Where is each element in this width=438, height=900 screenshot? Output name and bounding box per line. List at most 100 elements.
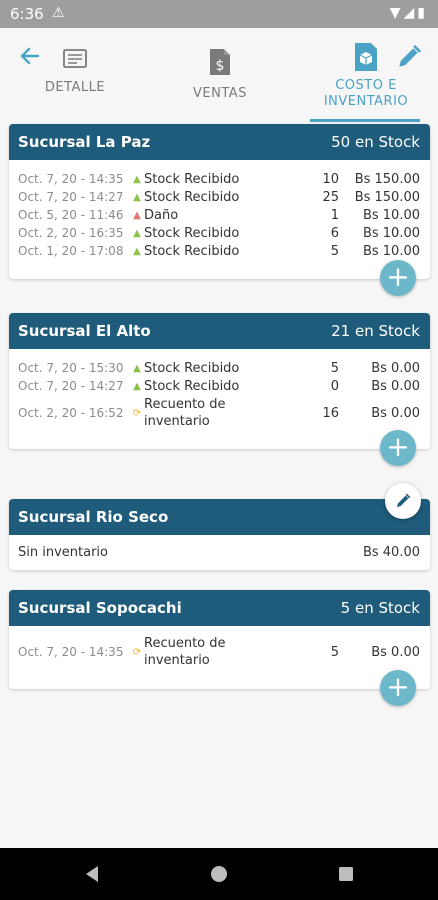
branch-name: Sucursal La Paz [18, 133, 151, 151]
damage-icon: ▲ [133, 209, 141, 221]
branch-header: Sucursal La Paz 50 en Stock [9, 124, 430, 160]
movement-amount: Bs 150.00 [354, 171, 420, 187]
movement-row: Oct. 5, 20 - 11:46 ▲ Daño 1 Bs 10.00 [18, 206, 420, 224]
wifi-icon: ▼ [389, 5, 404, 21]
movement-type: Stock Recibido [144, 225, 240, 241]
movement-qty: 10 [322, 171, 339, 187]
empty-amount: Bs 40.00 [362, 544, 420, 560]
movement-date: Oct. 1, 20 - 17:08 [18, 244, 124, 258]
movement-date: Oct. 7, 20 - 14:27 [18, 379, 124, 393]
home-circle-icon[interactable] [209, 864, 229, 884]
movement-amount: Bs 0.00 [371, 405, 420, 421]
movement-date: Oct. 7, 20 - 14:35 [18, 645, 124, 659]
stock-received-icon: ▲ [133, 362, 141, 374]
stock-received-icon: ▲ [133, 227, 141, 239]
invoice-dollar-icon: $ [210, 49, 230, 75]
branch-stock: 5 en Stock [340, 599, 420, 617]
movement-type: Recuento de inventario [144, 397, 226, 429]
movement-amount: Bs 150.00 [354, 189, 420, 205]
branch-card: Sucursal La Paz 50 en Stock Oct. 7, 20 -… [9, 124, 430, 279]
movement-type: Recuento de inventario [144, 636, 226, 668]
movement-date: Oct. 7, 20 - 14:27 [18, 190, 124, 204]
add-movement-button[interactable]: + [380, 260, 416, 296]
inventory-box-icon [355, 43, 377, 71]
branch-stock: 50 en Stock [331, 133, 420, 151]
recents-square-icon[interactable] [336, 864, 356, 884]
back-triangle-icon[interactable] [82, 864, 102, 884]
movement-qty: 25 [322, 189, 339, 205]
tab-label: DETALLE [44, 80, 106, 95]
add-movement-button[interactable]: + [380, 670, 416, 706]
edit-branch-button[interactable] [385, 483, 421, 519]
battery-icon: ▮ [417, 5, 428, 21]
movement-date: Oct. 5, 20 - 11:46 [18, 208, 124, 222]
inventory-count-icon: ⟳ [132, 407, 142, 419]
movement-qty: 5 [330, 644, 339, 660]
movement-qty: 1 [330, 207, 339, 223]
branch-stock: 21 en Stock [331, 322, 420, 340]
add-movement-button[interactable]: + [380, 430, 416, 466]
movement-amount: Bs 10.00 [362, 207, 420, 223]
empty-inventory-row: Sin inventario Bs 40.00 [18, 543, 420, 561]
svg-text:$: $ [216, 58, 225, 74]
movement-qty: 0 [330, 378, 339, 394]
pencil-icon [397, 493, 411, 507]
movement-row: Oct. 2, 20 - 16:35 ▲ Stock Recibido 6 Bs… [18, 224, 420, 242]
movement-type: Daño [144, 207, 179, 223]
branch-name: Sucursal El Alto [18, 322, 151, 340]
tab-label: COSTO E INVENTARIO [323, 78, 409, 109]
branch-header: Sucursal Sopocachi 5 en Stock [9, 590, 430, 626]
empty-label: Sin inventario [18, 544, 108, 560]
movement-amount: Bs 0.00 [371, 360, 420, 376]
stock-received-icon: ▲ [133, 245, 141, 257]
tab-detalle[interactable]: DETALLE [30, 48, 120, 96]
movement-amount: Bs 0.00 [371, 644, 420, 660]
status-time: 6:36 [10, 5, 44, 23]
branch-header: Sucursal Rio Seco [9, 499, 430, 535]
signal-icon: ◢ [403, 5, 418, 21]
stock-received-icon: ▲ [133, 380, 141, 392]
top-toolbar: DETALLE $ VENTAS COSTO E INVENTARIO [0, 28, 438, 124]
movement-row: Oct. 1, 20 - 17:08 ▲ Stock Recibido 5 Bs… [18, 242, 420, 260]
warning-icon: ⚠ [52, 5, 65, 21]
movement-date: Oct. 7, 20 - 14:35 [18, 172, 124, 186]
movement-row: Oct. 2, 20 - 16:52 ⟳ Recuento de inventa… [18, 395, 420, 431]
branch-card: Sucursal Sopocachi 5 en Stock Oct. 7, 20… [9, 590, 430, 689]
movement-type: Stock Recibido [144, 243, 240, 259]
branch-card: Sucursal El Alto 21 en Stock Oct. 7, 20 … [9, 313, 430, 449]
movement-row: Oct. 7, 20 - 14:35 ▲ Stock Recibido 10 B… [18, 170, 420, 188]
movement-date: Oct. 7, 20 - 15:30 [18, 361, 124, 375]
branch-header: Sucursal El Alto 21 en Stock [9, 313, 430, 349]
movement-amount: Bs 10.00 [362, 243, 420, 259]
movement-type: Stock Recibido [144, 171, 240, 187]
movement-row: Oct. 7, 20 - 14:27 ▲ Stock Recibido 25 B… [18, 188, 420, 206]
movement-row: Oct. 7, 20 - 15:30 ▲ Stock Recibido 5 Bs… [18, 359, 420, 377]
document-icon [63, 49, 87, 68]
branch-name: Sucursal Rio Seco [18, 508, 169, 526]
pencil-icon[interactable] [396, 44, 422, 74]
tab-label: VENTAS [193, 86, 247, 101]
movement-qty: 5 [330, 360, 339, 376]
branch-name: Sucursal Sopocachi [18, 599, 182, 617]
movement-qty: 5 [330, 243, 339, 259]
inventory-count-icon: ⟳ [132, 646, 142, 658]
movement-amount: Bs 10.00 [362, 225, 420, 241]
movement-row: Oct. 7, 20 - 14:27 ▲ Stock Recibido 0 Bs… [18, 377, 420, 395]
movement-date: Oct. 2, 20 - 16:52 [18, 406, 124, 420]
movement-date: Oct. 2, 20 - 16:35 [18, 226, 124, 240]
tab-ventas[interactable]: $ VENTAS [175, 48, 265, 102]
system-icons: ▼◢▮ [390, 5, 428, 21]
movement-type: Stock Recibido [144, 378, 240, 394]
movement-type: Stock Recibido [144, 189, 240, 205]
movement-amount: Bs 0.00 [371, 378, 420, 394]
active-tab-indicator [310, 119, 420, 122]
movement-row: Oct. 7, 20 - 14:35 ⟳ Recuento de inventa… [18, 634, 420, 670]
stock-received-icon: ▲ [133, 191, 141, 203]
movement-qty: 16 [322, 405, 339, 421]
movement-type: Stock Recibido [144, 360, 240, 376]
movement-qty: 6 [330, 225, 339, 241]
system-nav-bar [0, 848, 438, 900]
status-bar: 6:36 ⚠ ▼◢▮ [0, 0, 438, 28]
branch-card: Sucursal Rio Seco Sin inventario Bs 40.0… [9, 499, 430, 570]
stock-received-icon: ▲ [133, 173, 141, 185]
